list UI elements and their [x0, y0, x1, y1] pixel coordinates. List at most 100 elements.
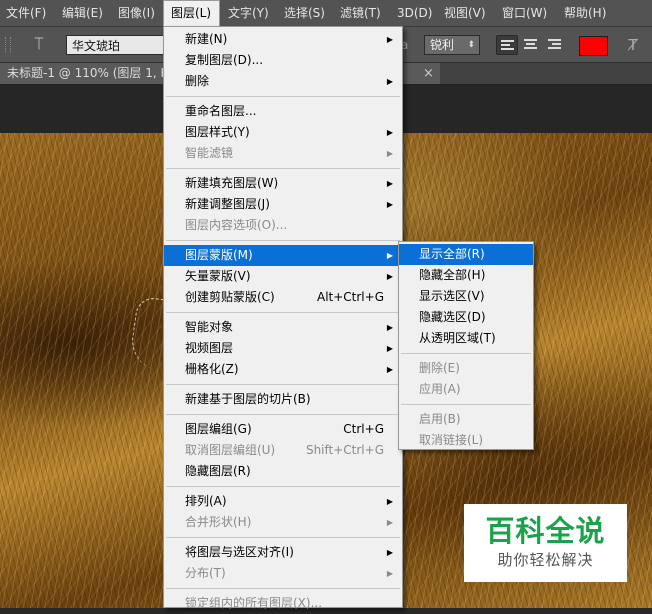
menuitem-layer-mask[interactable]: 图层蒙版(M) ▶	[164, 245, 402, 266]
submenu-apply: 应用(A)	[399, 379, 533, 400]
menu-layer[interactable]: 图层(L)	[163, 0, 220, 27]
menu-select[interactable]: 选择(S)	[284, 0, 325, 27]
menu-help[interactable]: 帮助(H)	[564, 0, 606, 27]
menuitem-label: 显示全部(R)	[419, 247, 485, 261]
submenu-reveal-selection[interactable]: 显示选区(V)	[399, 286, 533, 307]
watermark-subtitle: 助你轻松解决	[497, 551, 594, 569]
menu-separator	[166, 240, 400, 241]
warp-text-icon[interactable]: Ⱦ	[623, 35, 643, 55]
menuitem-rename-layer[interactable]: 重命名图层...	[164, 101, 402, 122]
menuitem-label: 将图层与选区对齐(I)	[185, 545, 294, 559]
menuitem-arrange[interactable]: 排列(A) ▶	[164, 491, 402, 512]
menuitem-vector-mask[interactable]: 矢量蒙版(V) ▶	[164, 266, 402, 287]
menuitem-label: 隐藏图层(R)	[185, 464, 251, 478]
align-right-button[interactable]	[544, 35, 566, 55]
submenu-arrow-icon: ▶	[386, 344, 393, 353]
menu-separator	[166, 168, 400, 169]
menuitem-label: 复制图层(D)...	[185, 53, 264, 67]
menuitem-align-layers-to-selection[interactable]: 将图层与选区对齐(I) ▶	[164, 542, 402, 563]
menuitem-smart-filter: 智能滤镜 ▶	[164, 143, 402, 164]
menu-window[interactable]: 窗口(W)	[502, 0, 547, 27]
menuitem-distribute: 分布(T) ▶	[164, 563, 402, 584]
font-family-field[interactable]: 华文琥珀	[66, 35, 164, 55]
select-arrow-icon: ⬍	[467, 40, 475, 50]
text-orientation-icon[interactable]: ⟙	[28, 34, 50, 54]
layer-menu-dropdown: 新建(N) ▶ 复制图层(D)... 删除 ▶ 重命名图层... 图层样式(Y) ▶ …	[163, 26, 403, 610]
menuitem-new[interactable]: 新建(N) ▶	[164, 29, 402, 50]
menuitem-rasterize[interactable]: 栅格化(Z) ▶	[164, 359, 402, 380]
submenu-arrow-icon: ▶	[386, 149, 393, 158]
menuitem-label: 智能滤镜	[185, 146, 234, 160]
menuitem-label: 删除(E)	[419, 361, 460, 375]
close-tab-icon[interactable]: ×	[423, 63, 434, 84]
menuitem-label: 分布(T)	[185, 566, 226, 580]
menuitem-label: 新建填充图层(W)	[185, 176, 279, 190]
text-color-swatch[interactable]	[579, 36, 608, 56]
menuitem-ungroup-layers: 取消图层编组(U) Shift+Ctrl+G	[164, 440, 402, 461]
menuitem-label: 智能对象	[185, 320, 234, 334]
menuitem-video-layer[interactable]: 视频图层 ▶	[164, 338, 402, 359]
menu-separator	[166, 537, 400, 538]
menu-bar: 文件(F) 编辑(E) 图像(I) 图层(L) 文字(Y) 选择(S) 滤镜(T…	[0, 0, 652, 27]
submenu-arrow-icon: ▶	[386, 365, 393, 374]
align-left-button[interactable]	[496, 35, 518, 55]
document-tab-title: 未标题-1 @ 110% (图层 1, R	[7, 66, 169, 80]
menuitem-label: 图层内容选项(O)...	[185, 218, 288, 232]
submenu-arrow-icon: ▶	[386, 272, 393, 281]
submenu-arrow-icon: ▶	[386, 497, 393, 506]
menu-image[interactable]: 图像(I)	[118, 0, 155, 27]
menu-3d[interactable]: 3D(D)	[397, 0, 432, 27]
antialias-select[interactable]: 锐利 ⬍	[424, 35, 480, 55]
menuitem-new-adjustment-layer[interactable]: 新建调整图层(J) ▶	[164, 194, 402, 215]
submenu-arrow-icon: ▶	[386, 518, 393, 527]
submenu-reveal-all[interactable]: 显示全部(R)	[399, 244, 533, 265]
menuitem-label: 隐藏选区(D)	[419, 310, 486, 324]
menu-separator	[166, 486, 400, 487]
menuitem-delete[interactable]: 删除 ▶	[164, 71, 402, 92]
menu-separator	[166, 312, 400, 313]
submenu-arrow-icon: ▶	[386, 128, 393, 137]
menu-separator	[166, 384, 400, 385]
submenu-arrow-icon: ▶	[386, 179, 393, 188]
menuitem-label: 取消链接(L)	[419, 433, 484, 447]
menuitem-label: 删除	[185, 74, 210, 88]
menuitem-label: 矢量蒙版(V)	[185, 269, 251, 283]
menu-separator	[401, 404, 531, 405]
menuitem-label: 启用(B)	[419, 412, 461, 426]
menuitem-smart-object[interactable]: 智能对象 ▶	[164, 317, 402, 338]
menuitem-lock-all-layers-in-group: 锁定组内的所有图层(X)...	[164, 593, 402, 614]
menuitem-new-fill-layer[interactable]: 新建填充图层(W) ▶	[164, 173, 402, 194]
menu-file[interactable]: 文件(F)	[6, 0, 46, 27]
toolbar-grip[interactable]	[5, 37, 11, 53]
submenu-delete: 删除(E)	[399, 358, 533, 379]
align-center-button[interactable]	[520, 35, 542, 55]
menu-separator	[401, 353, 531, 354]
submenu-from-transparency[interactable]: 从透明区域(T)	[399, 328, 533, 349]
menu-view[interactable]: 视图(V)	[444, 0, 486, 27]
submenu-arrow-icon: ▶	[386, 251, 393, 260]
menuitem-layer-style[interactable]: 图层样式(Y) ▶	[164, 122, 402, 143]
menu-type[interactable]: 文字(Y)	[228, 0, 269, 27]
menuitem-shortcut: Alt+Ctrl+G	[316, 290, 384, 304]
submenu-hide-all[interactable]: 隐藏全部(H)	[399, 265, 533, 286]
menu-edit[interactable]: 编辑(E)	[62, 0, 103, 27]
submenu-arrow-icon: ▶	[386, 548, 393, 557]
menuitem-label: 取消图层编组(U)	[185, 443, 276, 457]
menuitem-duplicate-layer[interactable]: 复制图层(D)...	[164, 50, 402, 71]
watermark-title: 百科全说	[485, 514, 606, 548]
submenu-arrow-icon: ▶	[386, 200, 393, 209]
submenu-enable: 启用(B)	[399, 409, 533, 430]
submenu-arrow-icon: ▶	[386, 569, 393, 578]
menuitem-hide-layers[interactable]: 隐藏图层(R)	[164, 461, 402, 482]
menuitem-create-clipping-mask[interactable]: 创建剪贴蒙版(C) Alt+Ctrl+G	[164, 287, 402, 308]
submenu-hide-selection[interactable]: 隐藏选区(D)	[399, 307, 533, 328]
menuitem-label: 创建剪贴蒙版(C)	[185, 290, 275, 304]
menuitem-label: 应用(A)	[419, 382, 461, 396]
menu-separator	[166, 588, 400, 589]
menu-filter[interactable]: 滤镜(T)	[340, 0, 381, 27]
menuitem-label: 显示选区(V)	[419, 289, 485, 303]
menuitem-layer-content-options: 图层内容选项(O)...	[164, 215, 402, 236]
menuitem-new-layer-based-slice[interactable]: 新建基于图层的切片(B)	[164, 389, 402, 410]
menuitem-group-layers[interactable]: 图层编组(G) Ctrl+G	[164, 419, 402, 440]
menuitem-label: 合并形状(H)	[185, 515, 252, 529]
